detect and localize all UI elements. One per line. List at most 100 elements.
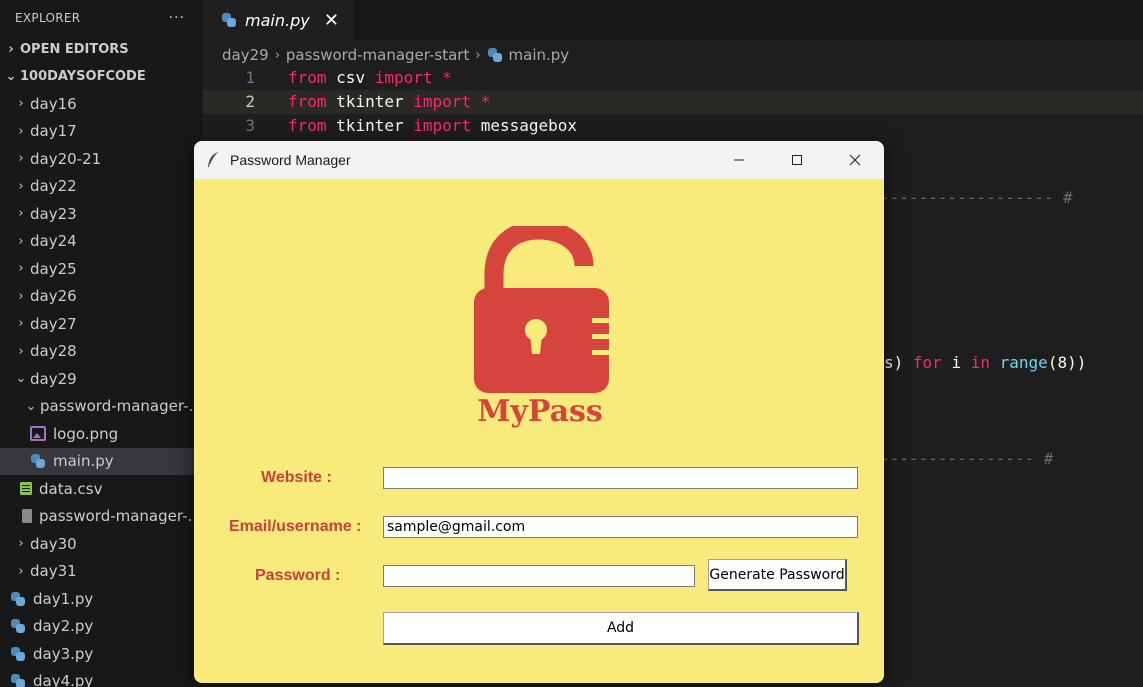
keyword: import bbox=[413, 116, 472, 135]
tree-item-label: day20-21 bbox=[30, 149, 102, 168]
chevron-right-icon: › bbox=[18, 563, 24, 579]
keyword: for bbox=[912, 353, 942, 372]
tree-file-data-csv[interactable]: data.csv bbox=[0, 475, 203, 503]
email-label: Email/username : bbox=[229, 518, 362, 535]
python-file-icon bbox=[10, 673, 26, 687]
tree-item-label: day25 bbox=[30, 259, 77, 278]
python-file-icon bbox=[10, 591, 26, 607]
tree-item-label: day27 bbox=[30, 314, 77, 333]
python-file-icon bbox=[221, 12, 237, 28]
tree-folder-day30[interactable]: › day30 bbox=[0, 530, 203, 558]
maximize-icon bbox=[792, 155, 802, 165]
minimize-icon bbox=[734, 159, 744, 161]
tree-file-day3-py[interactable]: day3.py bbox=[0, 640, 203, 668]
code-line[interactable]: 1 from csv import * bbox=[203, 66, 1143, 90]
code-line-current[interactable]: 2 from tkinter import * bbox=[203, 90, 1143, 114]
close-button[interactable] bbox=[826, 141, 884, 179]
chevron-right-icon: › bbox=[18, 206, 24, 222]
tree-file-main-py[interactable]: main.py bbox=[0, 447, 203, 475]
website-input[interactable] bbox=[383, 467, 858, 489]
image-file-icon bbox=[30, 426, 46, 442]
tree-folder-day16[interactable]: › day16 bbox=[0, 90, 203, 118]
keyword: from bbox=[288, 92, 327, 111]
website-label: Website : bbox=[261, 469, 332, 486]
breadcrumb: day29 › password-manager-start › main.py bbox=[222, 44, 569, 66]
breadcrumb-item[interactable]: day29 bbox=[222, 46, 269, 64]
tree-file-day1-py[interactable]: day1.py bbox=[0, 585, 203, 613]
tree-folder-day23[interactable]: › day23 bbox=[0, 200, 203, 228]
keyword: import bbox=[413, 92, 472, 111]
code-token: s) bbox=[884, 353, 904, 372]
chevron-right-icon: › bbox=[18, 178, 24, 194]
tree-item-label: day30 bbox=[30, 534, 77, 553]
tree-folder-day31[interactable]: › day31 bbox=[0, 558, 203, 586]
chevron-right-icon: › bbox=[18, 316, 24, 332]
tree-folder-day25[interactable]: › day25 bbox=[0, 255, 203, 283]
chevron-right-icon: › bbox=[18, 233, 24, 249]
tree-file-logo-png[interactable]: logo.png bbox=[0, 420, 203, 448]
line-number: 3 bbox=[245, 116, 255, 135]
tree-folder-day26[interactable]: › day26 bbox=[0, 283, 203, 311]
generate-password-button[interactable]: Generate Password bbox=[708, 559, 847, 591]
code-comment-fragment: ------------------ # bbox=[880, 188, 1073, 207]
minimize-button[interactable] bbox=[710, 141, 768, 179]
close-tab-icon[interactable]: ✕ bbox=[324, 10, 339, 31]
csv-file-icon bbox=[20, 482, 32, 496]
module-name: tkinter bbox=[336, 116, 404, 135]
tree-item-label: day29 bbox=[30, 369, 77, 388]
more-actions-icon[interactable]: ··· bbox=[169, 10, 185, 26]
chevron-down-icon: ⌄ bbox=[25, 398, 37, 414]
tree-file-password-manager[interactable]: password-manager-... bbox=[0, 503, 203, 531]
tree-file-day4-py[interactable]: day4.py bbox=[0, 668, 203, 687]
tree-folder-day20-21[interactable]: › day20-21 bbox=[0, 145, 203, 173]
chevron-down-icon: ⌄ bbox=[5, 69, 17, 84]
window-title: Password Manager bbox=[230, 152, 351, 168]
python-file-icon bbox=[10, 618, 26, 634]
python-file-icon bbox=[487, 47, 503, 63]
tree-item-label: day23 bbox=[30, 204, 77, 223]
tree-folder-day24[interactable]: › day24 bbox=[0, 228, 203, 256]
window-titlebar[interactable]: Password Manager bbox=[194, 141, 884, 179]
tree-item-label: password-manager-... bbox=[40, 397, 203, 416]
chevron-right-icon: › bbox=[18, 536, 24, 552]
tree-folder-day29[interactable]: ⌄ day29 bbox=[0, 365, 203, 393]
chevron-right-icon: › bbox=[18, 288, 24, 304]
line-number: 1 bbox=[245, 68, 255, 87]
add-button[interactable]: Add bbox=[383, 612, 859, 645]
explorer-title: EXPLORER bbox=[15, 11, 81, 25]
feather-icon bbox=[208, 151, 219, 167]
keyword: import bbox=[374, 68, 433, 87]
tree-item-label: day17 bbox=[30, 122, 77, 141]
chevron-right-icon: › bbox=[8, 42, 14, 57]
workspace-section[interactable]: ⌄ 100DAYSOFCODE bbox=[0, 63, 203, 90]
close-icon bbox=[849, 154, 861, 166]
email-input[interactable] bbox=[383, 516, 858, 538]
password-input[interactable] bbox=[383, 565, 695, 587]
code-line[interactable]: 3 from tkinter import messagebox bbox=[203, 114, 1143, 138]
keyword: in bbox=[970, 353, 990, 372]
breadcrumb-item[interactable]: password-manager-start bbox=[286, 46, 469, 64]
breadcrumb-item[interactable]: main.py bbox=[509, 46, 570, 64]
tree-folder-password-manager[interactable]: ⌄ password-manager-... bbox=[0, 393, 203, 421]
tree-folder-day28[interactable]: › day28 bbox=[0, 338, 203, 366]
workspace-label: 100DAYSOFCODE bbox=[20, 69, 146, 84]
tree-item-label: day31 bbox=[30, 562, 77, 581]
tree-folder-day17[interactable]: › day17 bbox=[0, 118, 203, 146]
python-file-icon bbox=[30, 453, 46, 469]
tree-folder-day22[interactable]: › day22 bbox=[0, 173, 203, 201]
tab-main-py[interactable]: main.py ✕ bbox=[203, 0, 353, 40]
tree-file-day2-py[interactable]: day2.py bbox=[0, 613, 203, 641]
import-target: * bbox=[442, 68, 452, 87]
chevron-right-icon: › bbox=[18, 123, 24, 139]
open-editors-section[interactable]: › OPEN EDITORS bbox=[0, 36, 203, 63]
module-name: tkinter bbox=[336, 92, 404, 111]
python-file-icon bbox=[10, 646, 26, 662]
tree-item-label: password-manager-... bbox=[39, 507, 202, 526]
maximize-button[interactable] bbox=[768, 141, 826, 179]
tree-folder-day27[interactable]: › day27 bbox=[0, 310, 203, 338]
import-target: * bbox=[480, 92, 491, 111]
explorer-header: EXPLORER ··· bbox=[0, 0, 203, 36]
logo-text: MyPass bbox=[477, 394, 603, 429]
tree-item-label: data.csv bbox=[39, 479, 103, 498]
import-target: messagebox bbox=[480, 116, 578, 135]
